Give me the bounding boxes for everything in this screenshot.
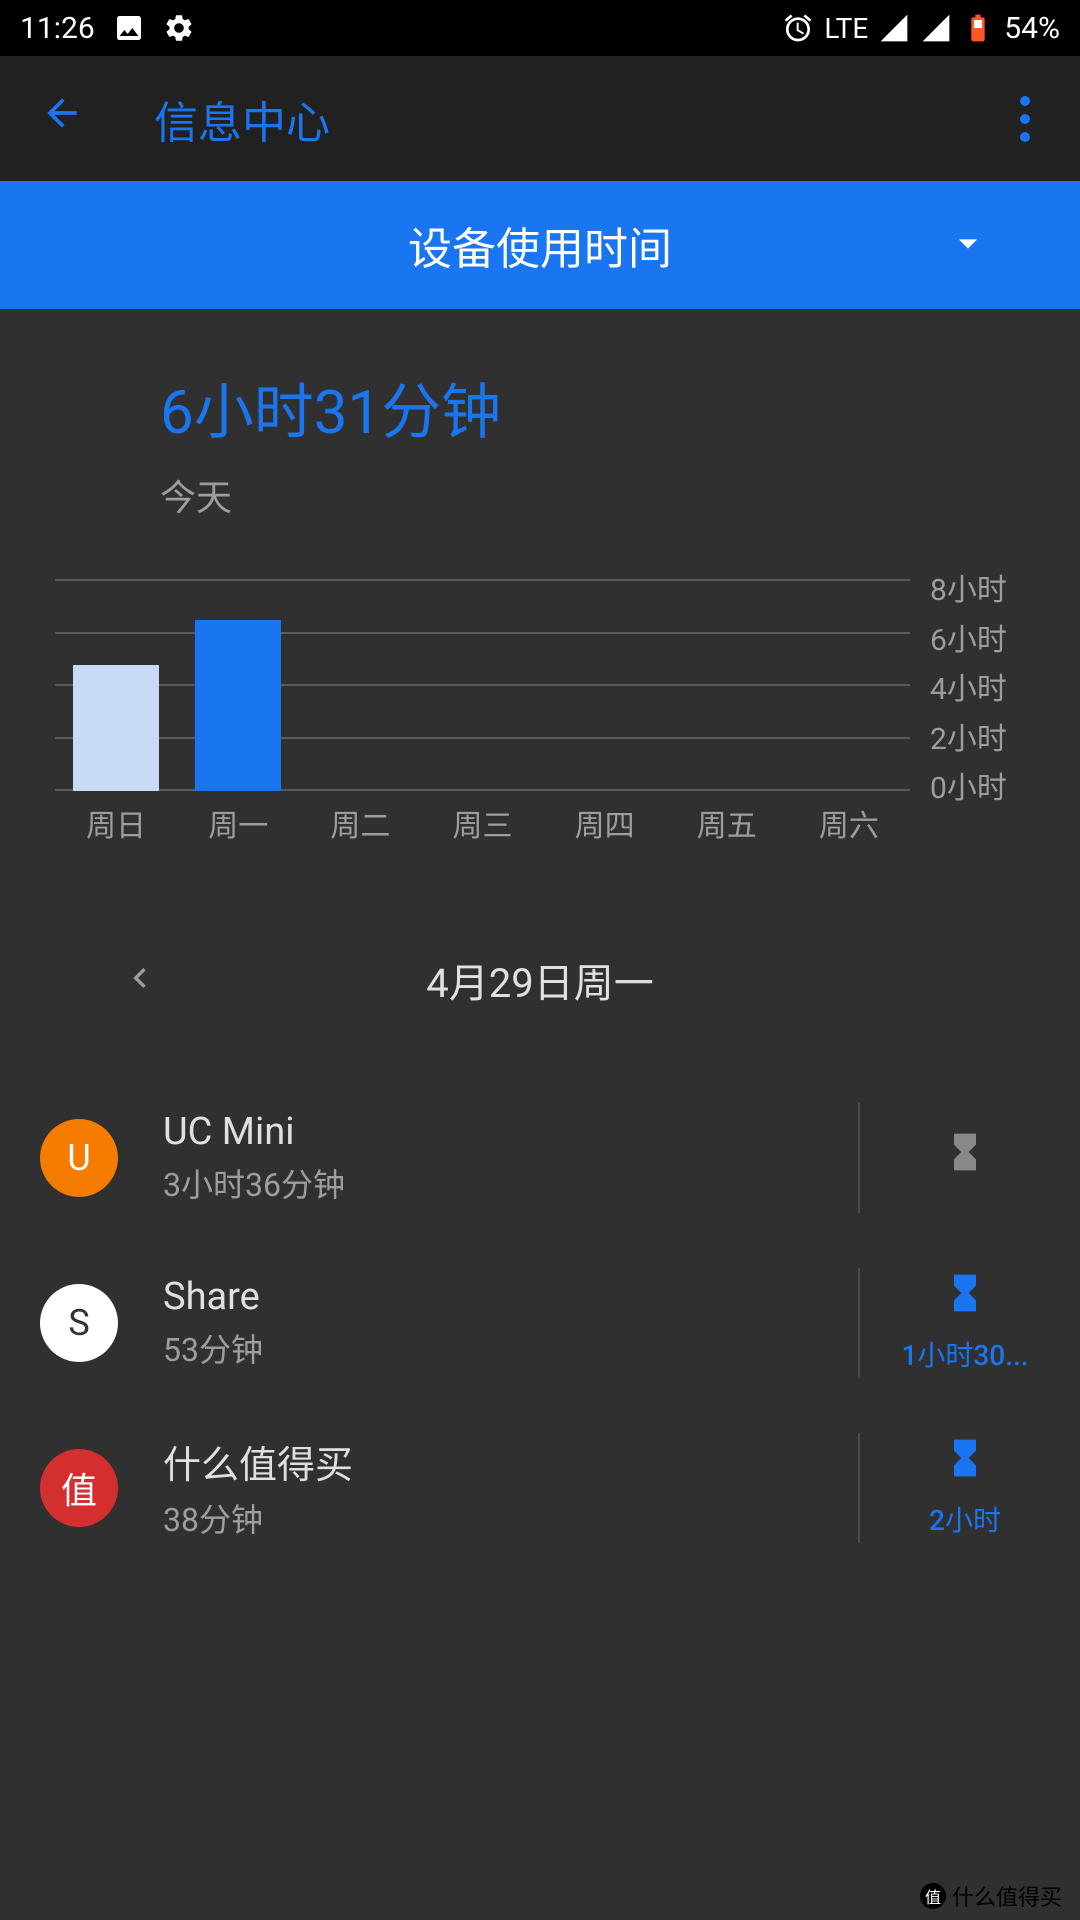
- metric-dropdown[interactable]: 设备使用时间: [0, 181, 1080, 309]
- app-limit-button[interactable]: 1小时30...: [890, 1271, 1040, 1374]
- date-navigation: 4月29日周一: [0, 940, 1080, 1020]
- app-usage-list: U UC Mini 3小时36分钟 S Share 53分钟 1小时30... 值什么值得买 3…: [0, 1075, 1080, 1570]
- app-time-label: 38分钟: [163, 1495, 828, 1541]
- watermark: 值 什么值得买: [920, 1880, 1062, 1912]
- date-label: 4月29日周一: [426, 951, 653, 1009]
- app-name-label: UC Mini: [163, 1110, 828, 1154]
- app-name-label: 什么值得买: [163, 1434, 828, 1489]
- watermark-icon: 值: [920, 1883, 946, 1909]
- app-row-0[interactable]: U UC Mini 3小时36分钟: [0, 1075, 1080, 1240]
- app-icon: U: [40, 1119, 118, 1197]
- hourglass-icon: [943, 1130, 987, 1185]
- overflow-menu-button[interactable]: [1000, 86, 1050, 152]
- status-bar: 11:26 LTE 54%: [0, 0, 1080, 56]
- picture-icon: [113, 12, 145, 44]
- signal-icon-1: [878, 12, 910, 44]
- usage-summary: 6小时31分钟 今天: [0, 309, 1080, 521]
- chart-y-axis: 8小时 6小时 4小时 2小时 0小时: [915, 565, 1025, 807]
- total-time-value: 6小时31分钟: [160, 364, 1080, 451]
- app-name-label: Share: [163, 1275, 828, 1319]
- app-limit-label: 2小时: [929, 1499, 1001, 1539]
- status-time: 11:26: [20, 11, 95, 46]
- weekly-chart[interactable]: 8小时 6小时 4小时 2小时 0小时 周日 周一 周二 周三 周四 周五 周六: [0, 521, 1080, 845]
- prev-day-button[interactable]: [120, 958, 160, 1002]
- chart-bar-0[interactable]: [55, 581, 177, 791]
- alarm-icon: [782, 12, 814, 44]
- app-time-label: 53分钟: [163, 1325, 828, 1371]
- battery-percent: 54%: [1004, 11, 1060, 46]
- hourglass-icon: [943, 1271, 987, 1326]
- chevron-left-icon: [120, 958, 160, 998]
- chart-bar-2[interactable]: [299, 581, 421, 791]
- page-title: 信息中心: [154, 87, 1000, 151]
- chart-bar-1[interactable]: [177, 581, 299, 791]
- chart-bars: [55, 581, 910, 791]
- back-button[interactable]: [30, 81, 94, 156]
- app-icon: 值: [40, 1449, 118, 1527]
- watermark-text: 什么值得买: [952, 1880, 1062, 1912]
- chart-bar-3[interactable]: [421, 581, 543, 791]
- app-limit-button[interactable]: [890, 1130, 1040, 1185]
- chart-x-axis: 周日 周一 周二 周三 周四 周五 周六: [55, 801, 910, 845]
- chevron-down-icon: [946, 221, 990, 269]
- today-label: 今天: [160, 469, 1080, 521]
- hourglass-icon: [943, 1436, 987, 1491]
- battery-icon: [962, 12, 994, 44]
- chart-bar-5[interactable]: [666, 581, 788, 791]
- app-bar: 信息中心: [0, 56, 1080, 181]
- app-limit-button[interactable]: 2小时: [890, 1436, 1040, 1539]
- network-label: LTE: [824, 12, 868, 45]
- app-row-1[interactable]: S Share 53分钟 1小时30...: [0, 1240, 1080, 1405]
- app-limit-label: 1小时30...: [901, 1334, 1028, 1374]
- app-time-label: 3小时36分钟: [163, 1160, 828, 1206]
- app-icon: S: [40, 1284, 118, 1362]
- signal-icon-2: [920, 12, 952, 44]
- gear-icon: [163, 12, 195, 44]
- chart-bar-4[interactable]: [544, 581, 666, 791]
- chart-bar-6[interactable]: [788, 581, 910, 791]
- arrow-left-icon: [40, 91, 84, 135]
- app-row-2[interactable]: 值什么值得买 38分钟 2小时: [0, 1405, 1080, 1570]
- dropdown-label: 设备使用时间: [408, 213, 672, 277]
